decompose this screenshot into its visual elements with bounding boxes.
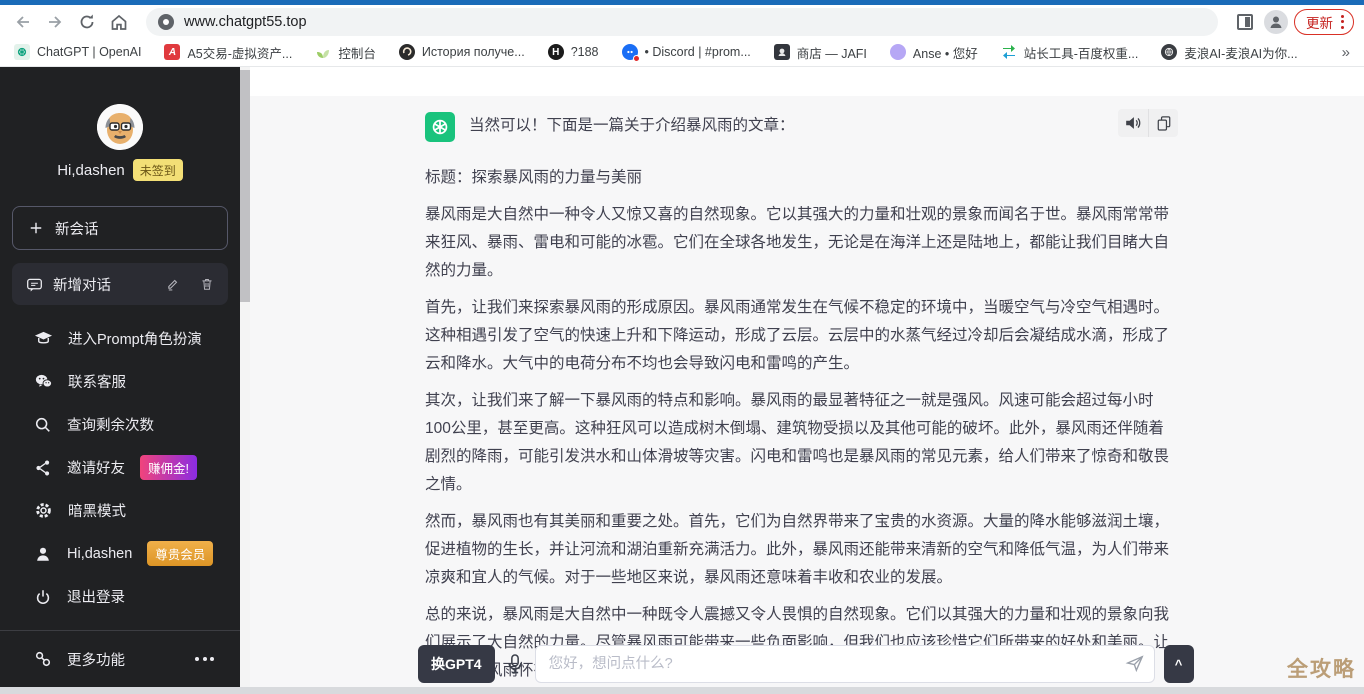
home-icon[interactable] (106, 9, 132, 35)
bookmark-console[interactable]: 控制台 (315, 43, 376, 62)
bookmark-188[interactable]: H ?188 (548, 44, 599, 60)
forward-icon[interactable] (42, 9, 68, 35)
h-favicon: H (548, 44, 564, 60)
sidebar-footer-more-features[interactable]: 更多功能 (0, 630, 240, 687)
bookmark-chatgpt-openai[interactable]: ChatGPT | OpenAI (14, 44, 141, 60)
chinaz-favicon (1001, 44, 1017, 60)
sidebar-item-contact-support[interactable]: 联系客服 (0, 360, 240, 403)
sidebar-menu: 进入Prompt角色扮演 联系客服 查询剩余次数 邀请好友 赚佣金! 暗黑模式 (0, 317, 240, 618)
link-icon (34, 650, 52, 668)
ellipsis-icon[interactable] (195, 657, 214, 661)
bookmark-a5[interactable]: A A5交易-虚拟资产... (164, 43, 292, 62)
message-paragraph: 暴风雨是大自然中一种令人又惊又喜的自然现象。它以其强大的力量和壮观的景象而闻名于… (425, 201, 1170, 285)
conversation-item[interactable]: 新增对话 (12, 263, 228, 305)
microphone-icon[interactable] (504, 652, 526, 676)
chat-main: 当然可以！下面是一篇关于介绍暴风雨的文章： 标题：探索暴风雨的力量与美丽 暴风雨… (250, 67, 1364, 687)
assistant-message: 当然可以！下面是一篇关于介绍暴风雨的文章： 标题：探索暴风雨的力量与美丽 暴风雨… (425, 112, 1170, 685)
bookmark-shop-jafi[interactable]: 商店 — JAFI (774, 43, 867, 62)
gear-icon (34, 501, 53, 520)
browser-toolbar: www.chatgpt55.top 更新 (0, 5, 1364, 38)
user-avatar[interactable] (97, 104, 143, 150)
url-text[interactable]: www.chatgpt55.top (184, 14, 307, 30)
vip-badge: 尊贵会员 (147, 541, 213, 566)
edit-icon[interactable] (166, 277, 180, 291)
sidebar-item-check-remaining[interactable]: 查询剩余次数 (0, 403, 240, 446)
delete-icon[interactable] (200, 277, 214, 291)
conversation-label: 新增对话 (53, 274, 156, 295)
graduation-cap-icon (34, 329, 53, 348)
power-icon (34, 588, 52, 606)
bookmark-chinaz[interactable]: 站长工具-百度权重... (1001, 43, 1139, 62)
bookmark-anse[interactable]: Anse • 您好 (890, 43, 978, 62)
sidebar-item-invite-friends[interactable]: 邀请好友 赚佣金! (0, 446, 240, 489)
sprout-favicon (315, 44, 331, 60)
scrollbar-thumb[interactable] (240, 70, 250, 302)
site-info-icon[interactable] (158, 14, 174, 30)
profile-icon[interactable] (1264, 10, 1288, 34)
chrome-update-button[interactable]: 更新 (1294, 9, 1354, 35)
search-icon (34, 416, 52, 434)
message-paragraph: 首先，让我们来探索暴风雨的形成原因。暴风雨通常发生在气候不稳定的环境中，当暖空气… (425, 294, 1170, 378)
update-label: 更新 (1306, 12, 1333, 32)
sidebar-greeting: Hi,dashen 未签到 (0, 159, 240, 181)
message-paragraph: 然而，暴风雨也有其美丽和重要之处。首先，它们为自然界带来了宝贵的水资源。大量的降… (425, 508, 1170, 592)
chat-input-container (535, 645, 1155, 683)
discord-favicon (622, 44, 638, 60)
sidebar-item-dark-mode[interactable]: 暗黑模式 (0, 489, 240, 532)
bookmarks-bar: ChatGPT | OpenAI A A5交易-虚拟资产... 控制台 Исто… (0, 38, 1364, 67)
a5-favicon: A (164, 44, 180, 60)
bookmark-mailang[interactable]: 麦浪AI-麦浪AI为你... (1161, 43, 1297, 62)
menu-dots-icon[interactable] (1341, 15, 1344, 29)
side-panel-icon[interactable] (1232, 9, 1258, 35)
window-bottom-edge (0, 687, 1364, 694)
chat-bubble-icon (26, 276, 43, 293)
sidebar-item-account[interactable]: Hi,dashen 尊贵会员 (0, 532, 240, 575)
back-icon[interactable] (10, 9, 36, 35)
collapse-button[interactable]: ^ (1164, 645, 1194, 683)
bookmarks-overflow-chevron[interactable]: » (1342, 44, 1350, 61)
message-intro: 当然可以！下面是一篇关于介绍暴风雨的文章： (469, 112, 795, 140)
sidebar-item-prompt-roleplay[interactable]: 进入Prompt角色扮演 (0, 317, 240, 360)
chat-input[interactable] (535, 645, 1155, 683)
purple-favicon (890, 44, 906, 60)
chatgpt-logo-icon (425, 112, 455, 142)
send-icon[interactable] (1125, 653, 1145, 678)
shop-favicon (774, 44, 790, 60)
switch-model-button[interactable]: 换GPT4 (418, 645, 495, 683)
openai-favicon (14, 44, 30, 60)
reload-icon[interactable] (74, 9, 100, 35)
user-icon (34, 545, 52, 563)
message-paragraph: 其次，让我们来了解一下暴风雨的特点和影响。暴风雨的最显著特征之一就是强风。风速可… (425, 387, 1170, 499)
address-bar[interactable]: www.chatgpt55.top (146, 8, 1218, 36)
message-title-line: 标题：探索暴风雨的力量与美丽 (425, 164, 1170, 192)
browser-window: www.chatgpt55.top 更新 ChatGPT | OpenAI A … (0, 0, 1364, 694)
chat-scrollbar[interactable] (240, 67, 250, 687)
watermark-text: 全攻略 (1287, 653, 1356, 683)
sidebar-item-logout[interactable]: 退出登录 (0, 575, 240, 618)
dark-swirl-favicon (399, 44, 415, 60)
plus-icon (29, 221, 43, 235)
checkin-badge[interactable]: 未签到 (133, 159, 183, 181)
bookmark-discord[interactable]: • Discord | #prom... (622, 44, 751, 60)
greeting-text: Hi,dashen (57, 162, 125, 179)
sidebar: Hi,dashen 未签到 新会话 新增对话 进入Prompt角色扮演 (0, 67, 240, 687)
wechat-icon (34, 372, 53, 391)
share-icon (34, 459, 52, 477)
globe-favicon (1161, 44, 1177, 60)
new-chat-button[interactable]: 新会话 (12, 206, 228, 250)
bookmark-istoria[interactable]: История получе... (399, 44, 525, 60)
commission-badge: 赚佣金! (140, 455, 197, 480)
chat-input-row: 换GPT4 ^ (418, 644, 1198, 684)
